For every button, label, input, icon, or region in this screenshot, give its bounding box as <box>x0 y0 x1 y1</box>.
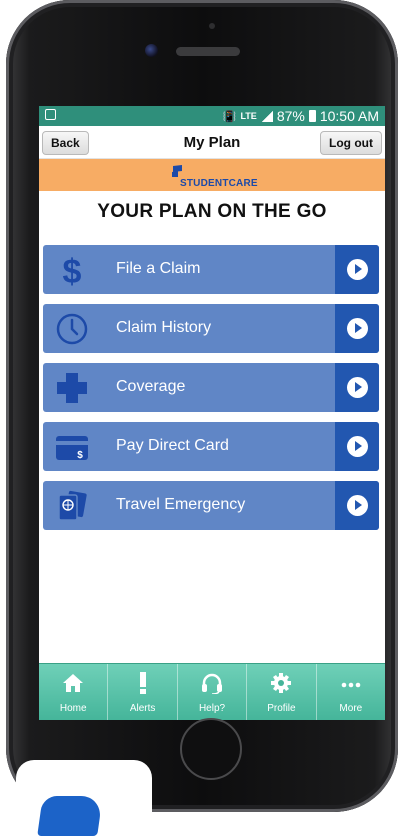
menu-item-coverage[interactable]: Coverage <box>43 363 379 412</box>
go-arrow-button[interactable] <box>335 245 379 294</box>
clock-icon <box>56 313 88 345</box>
go-arrow-button[interactable] <box>335 363 379 412</box>
menu-item-label: Pay Direct Card <box>116 437 229 454</box>
network-type: LTE <box>240 111 257 121</box>
front-camera <box>145 44 158 57</box>
card-icon: $ <box>56 436 88 461</box>
go-arrow-button[interactable] <box>335 422 379 471</box>
chevron-right-icon <box>347 318 368 339</box>
navigation-bar: Back My Plan Log out <box>39 126 385 159</box>
logout-button[interactable]: Log out <box>320 131 382 155</box>
battery-percent: 87% <box>276 108 305 124</box>
chevron-right-icon <box>347 377 368 398</box>
chevron-right-icon <box>347 259 368 280</box>
bottom-tab-bar: Home Alerts Help? Profile More <box>39 663 385 720</box>
earpiece-speaker <box>176 47 240 56</box>
menu-item-claim-history[interactable]: Claim History <box>43 304 379 353</box>
menu-item-label: Coverage <box>116 378 186 395</box>
chevron-right-icon <box>347 436 368 457</box>
menu-item-label: File a Claim <box>116 260 201 277</box>
screenshot-notification-icon <box>45 109 56 120</box>
headset-icon <box>202 673 223 694</box>
menu-item-pay-direct-card[interactable]: $ Pay Direct Card <box>43 422 379 471</box>
gear-icon <box>271 673 292 693</box>
tab-label: Alerts <box>129 703 156 714</box>
hardware-home-button[interactable] <box>180 718 242 780</box>
tab-home[interactable]: Home <box>39 664 109 720</box>
tab-label: Home <box>59 703 87 714</box>
status-bar: 📳 LTE 87% 10:50 AM <box>39 106 385 126</box>
battery-icon <box>308 110 316 122</box>
chevron-right-icon <box>347 495 368 516</box>
tab-more[interactable]: More <box>317 664 385 720</box>
go-arrow-button[interactable] <box>335 304 379 353</box>
passport-icon <box>58 490 87 521</box>
more-dots-icon <box>341 682 361 688</box>
dollar-icon: $ <box>63 253 82 287</box>
phone-frame: 📳 LTE 87% 10:50 AM Back My Plan Log out … <box>6 0 398 812</box>
clock-time: 10:50 AM <box>319 108 379 124</box>
tab-help[interactable]: Help? <box>178 664 248 720</box>
tab-label: Profile <box>267 703 296 714</box>
go-arrow-button[interactable] <box>335 481 379 530</box>
plus-cross-icon <box>57 373 87 403</box>
exclamation-icon <box>139 672 146 694</box>
svg-text:$: $ <box>77 450 83 461</box>
tab-label: More <box>339 703 363 714</box>
app-screen: 📳 LTE 87% 10:50 AM Back My Plan Log out … <box>39 106 385 720</box>
plan-menu: $ File a Claim Claim History Coverage $ … <box>43 245 379 540</box>
menu-item-label: Claim History <box>116 319 212 336</box>
menu-item-file-claim[interactable]: $ File a Claim <box>43 245 379 294</box>
tab-label: Help? <box>198 703 226 714</box>
studentcare-logo-icon <box>172 165 182 177</box>
brand-name: STUDENTCARE <box>180 178 258 189</box>
brand-banner: STUDENTCARE <box>39 159 385 191</box>
proximity-sensor <box>209 23 215 29</box>
vibrate-icon: 📳 <box>222 110 237 123</box>
menu-item-label: Travel Emergency <box>116 496 246 513</box>
signal-icon <box>260 110 273 122</box>
status-indicators: 📳 LTE 87% 10:50 AM <box>223 108 379 124</box>
home-icon <box>63 674 84 692</box>
menu-item-travel-emergency[interactable]: Travel Emergency <box>43 481 379 530</box>
svg-text:$: $ <box>63 253 82 287</box>
page-headline: YOUR PLAN ON THE GO <box>97 201 327 222</box>
tab-profile[interactable]: Profile <box>247 664 317 720</box>
tab-alerts[interactable]: Alerts <box>108 664 178 720</box>
corner-logo-mark <box>37 796 103 836</box>
